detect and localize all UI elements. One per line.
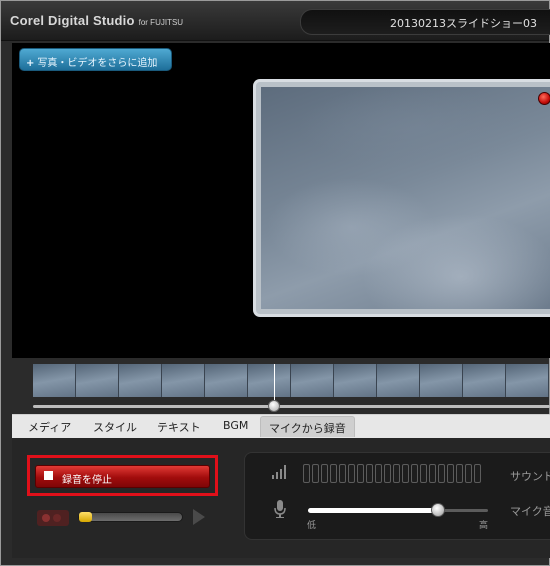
meter-segment — [447, 464, 454, 483]
meter-segment — [456, 464, 463, 483]
meter-segment — [366, 464, 373, 483]
meter-segment — [330, 464, 337, 483]
meter-segment — [438, 464, 445, 483]
meter-segment — [375, 464, 382, 483]
meter-segment — [303, 464, 310, 483]
filmstrip-frame — [76, 364, 119, 397]
filmstrip-frame — [334, 364, 377, 397]
timeline-scrubber[interactable] — [33, 405, 550, 408]
stop-recording-label: 録音を停止 — [62, 475, 112, 486]
sky-photo — [261, 87, 550, 309]
sound-label: サウンド — [510, 470, 550, 483]
meter-segment — [411, 464, 418, 483]
meter-segment — [429, 464, 436, 483]
project-name: 20130213スライドショー03 — [390, 17, 537, 30]
meter-segment — [384, 464, 391, 483]
meter-segment — [474, 464, 481, 483]
filmstrip-frame — [162, 364, 205, 397]
stop-recording-button[interactable]: 録音を停止 — [35, 465, 210, 488]
filmstrip-frame — [291, 364, 334, 397]
app-title-suffix: for FUJITSU — [138, 18, 184, 27]
meter-segment — [420, 464, 427, 483]
filmstrip-frame — [420, 364, 463, 397]
meter-segment — [402, 464, 409, 483]
filmstrip-frame — [119, 364, 162, 397]
tab-bgm[interactable]: BGM — [223, 419, 248, 432]
preview-image — [253, 79, 550, 317]
meter-segment — [312, 464, 319, 483]
filmstrip-frame — [33, 364, 76, 397]
meter-segment — [348, 464, 355, 483]
app-title: Corel Digital Studio for FUJITSU — [10, 13, 183, 28]
sound-level-meter — [303, 464, 481, 483]
play-icon[interactable] — [193, 509, 205, 525]
signal-level-icon — [272, 465, 286, 479]
filmstrip-frame — [463, 364, 506, 397]
meter-segment — [339, 464, 346, 483]
app-title-text: Corel Digital Studio — [10, 13, 135, 28]
tab-media[interactable]: メディア — [28, 419, 71, 435]
meter-segment — [321, 464, 328, 483]
tab-record-mic[interactable]: マイクから録音 — [260, 416, 355, 437]
stop-icon — [44, 471, 53, 480]
volume-high-label: 高 — [479, 521, 489, 531]
filmstrip-frame — [205, 364, 248, 397]
volume-low-label: 低 — [307, 521, 317, 531]
microphone-icon — [274, 500, 286, 518]
playhead-handle[interactable] — [268, 400, 280, 412]
add-media-button[interactable]: + 写真・ビデオをさらに追加 — [19, 48, 172, 71]
meter-segment — [393, 464, 400, 483]
plus-icon: + — [26, 58, 35, 69]
filmstrip-frame — [248, 364, 291, 397]
filmstrip-frame — [506, 364, 549, 397]
timeline-filmstrip[interactable] — [33, 364, 550, 397]
mic-volume-label: マイク音 — [510, 505, 550, 518]
add-media-label: 写真・ビデオをさらに追加 — [37, 58, 158, 69]
tab-text[interactable]: テキスト — [157, 419, 201, 435]
tab-style[interactable]: スタイル — [93, 419, 137, 435]
record-indicator-icon — [538, 92, 550, 105]
mic-volume-fill — [308, 508, 438, 513]
mic-volume-thumb[interactable] — [431, 503, 445, 517]
meter-segment — [357, 464, 364, 483]
recording-position-slider[interactable] — [78, 512, 183, 522]
recording-position-thumb[interactable] — [79, 512, 92, 522]
record-device-icon[interactable] — [37, 510, 69, 526]
filmstrip-frame — [377, 364, 420, 397]
meter-segment — [465, 464, 472, 483]
